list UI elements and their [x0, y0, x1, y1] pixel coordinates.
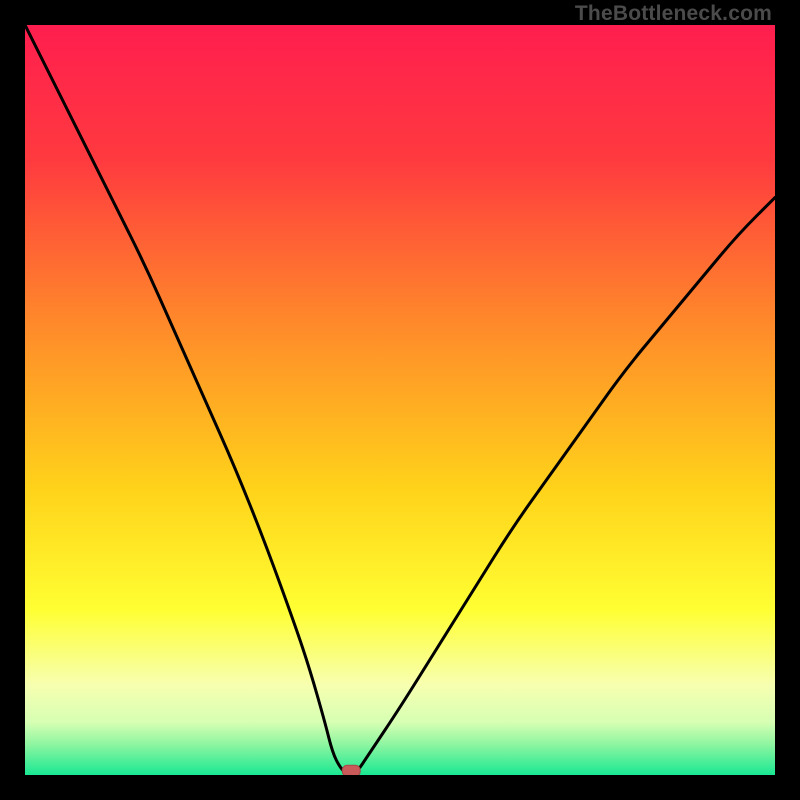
outer-frame: TheBottleneck.com — [0, 0, 800, 800]
bottleneck-curve — [25, 25, 775, 775]
plot-area — [25, 25, 775, 775]
chart-svg — [25, 25, 775, 775]
watermark-text: TheBottleneck.com — [575, 2, 772, 26]
optimal-marker — [342, 765, 360, 775]
